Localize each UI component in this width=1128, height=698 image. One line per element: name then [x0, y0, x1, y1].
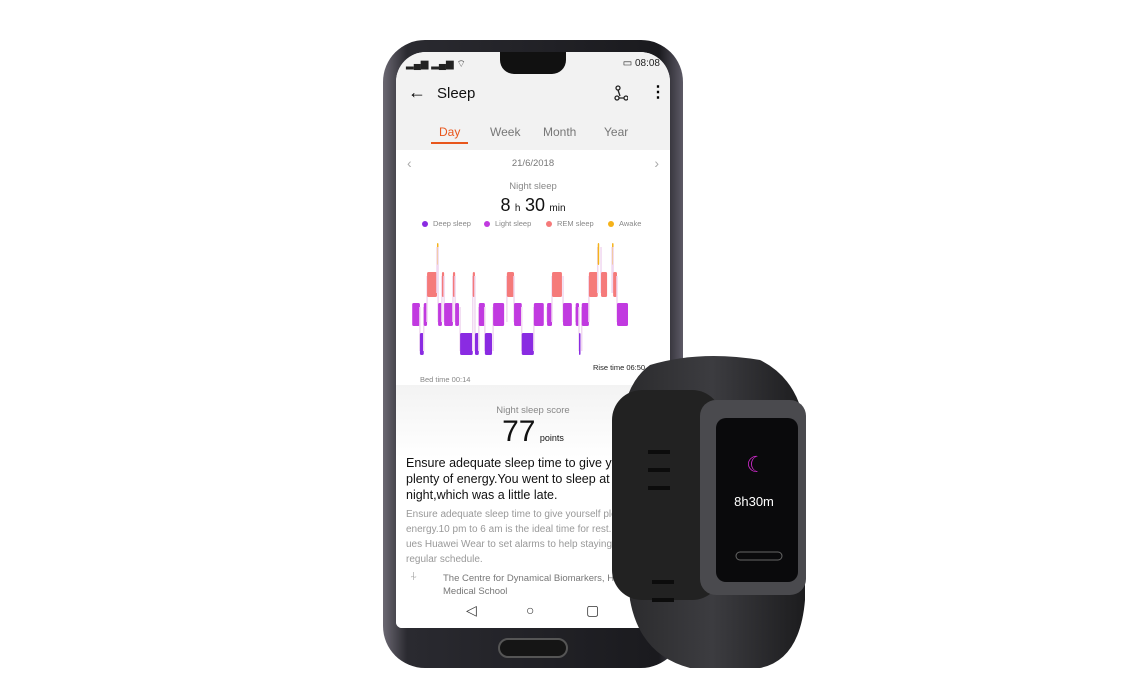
fitness-band: ☾ 8h30m — [612, 356, 806, 668]
band-time: 8h30m — [734, 494, 774, 509]
moon-sleep-icon: ☾ — [746, 452, 766, 477]
